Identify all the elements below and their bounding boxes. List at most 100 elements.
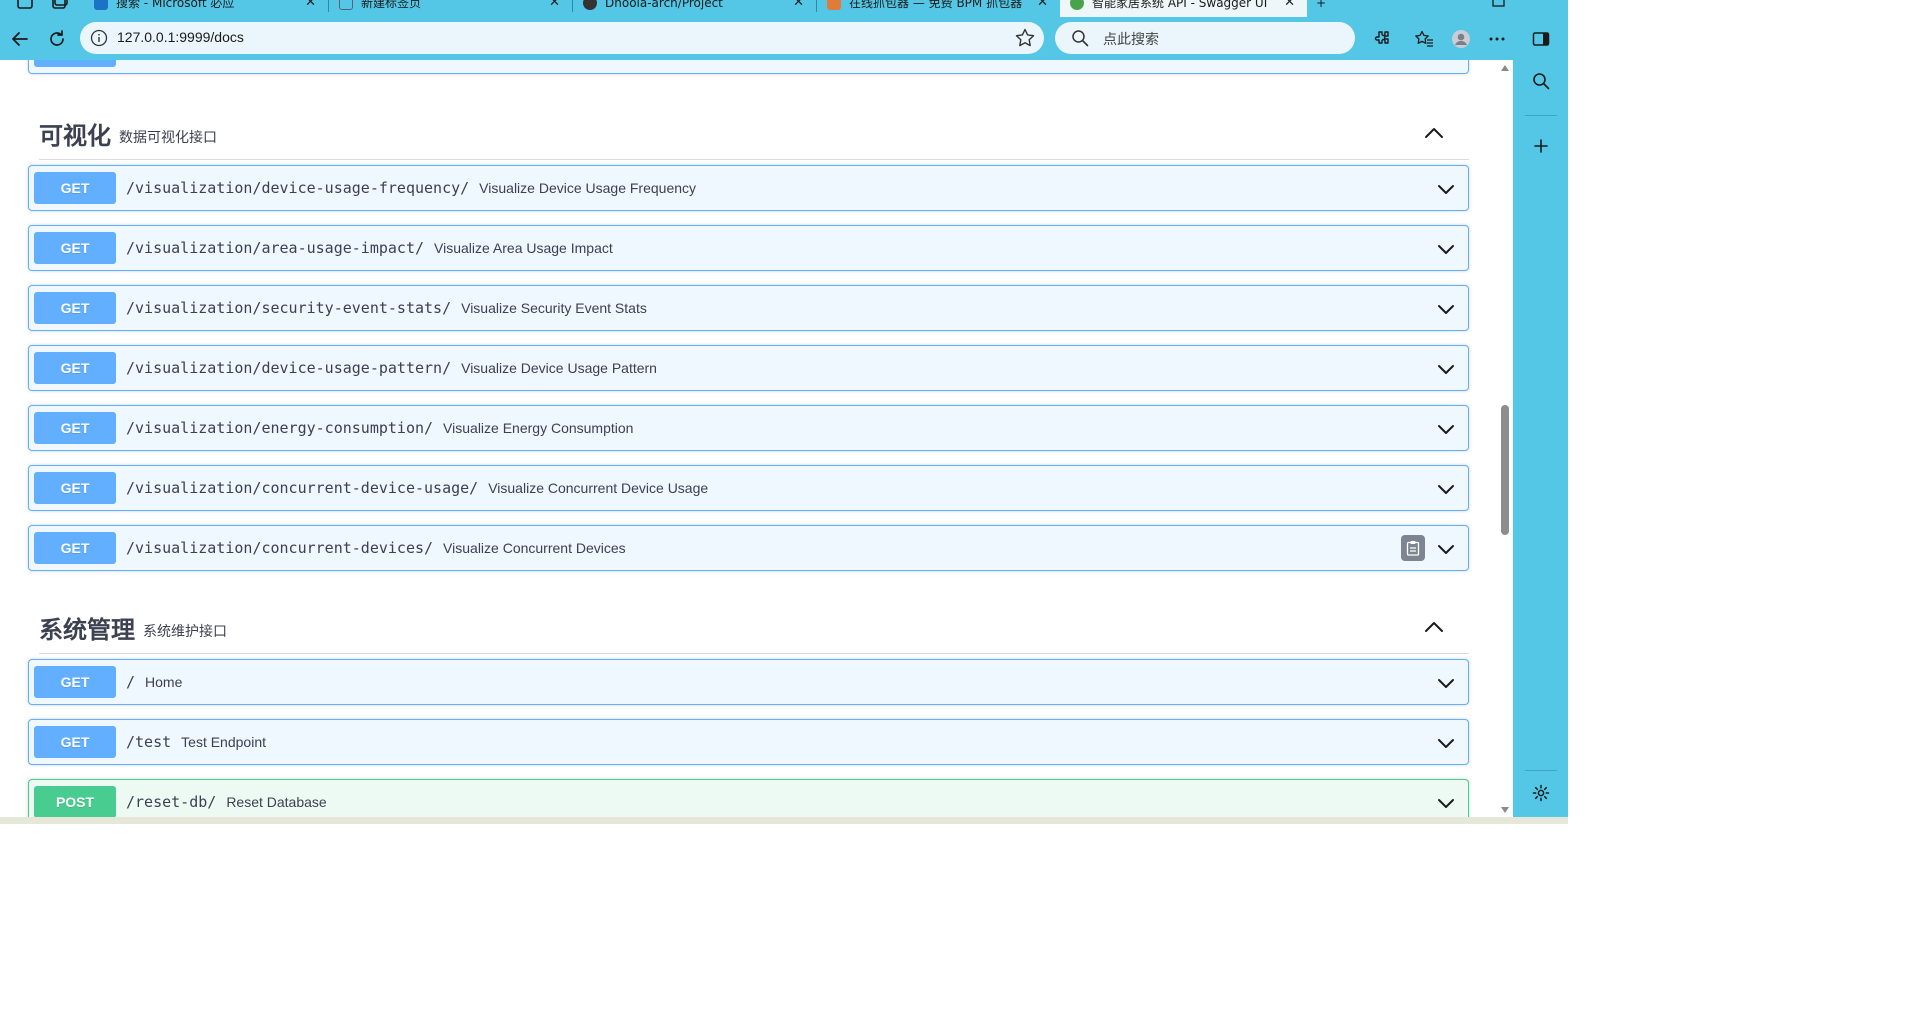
clipboard-icon	[1406, 541, 1420, 556]
tag-section-visualization[interactable]: 可视化 数据可视化接口	[39, 104, 1469, 160]
scroll-down-arrow-icon[interactable]	[1501, 807, 1509, 813]
site-info-icon[interactable]	[90, 29, 108, 47]
refresh-icon	[50, 30, 64, 46]
endpoint-security-event-stats[interactable]: GET /visualization/security-event-stats/…	[28, 285, 1469, 331]
back-button[interactable]	[7, 26, 33, 52]
tab-swagger[interactable]: 智能家居系统 API - Swagger UI ✕	[1060, 0, 1307, 17]
chevron-up-icon[interactable]	[1423, 122, 1445, 144]
gear-icon	[1532, 784, 1550, 802]
page-scrollbar[interactable]	[1497, 60, 1513, 817]
github-favicon-icon	[583, 0, 597, 10]
chevron-up-icon[interactable]	[1423, 616, 1445, 638]
arrow-left-icon	[12, 32, 28, 46]
close-icon[interactable]: ✕	[1284, 0, 1295, 10]
sidebar-panel-icon	[1532, 32, 1550, 46]
sidebar-settings-button[interactable]	[1530, 782, 1552, 804]
endpoint-area-usage-impact[interactable]: GET /visualization/area-usage-impact/Vis…	[28, 225, 1469, 271]
chevron-down-icon[interactable]	[1436, 673, 1456, 693]
new-tab-button[interactable]: +	[1310, 0, 1340, 17]
browser-sidebar	[1513, 60, 1568, 824]
endpoint-path: /reset-db/Reset Database	[126, 793, 327, 811]
endpoint-summary: Test Endpoint	[181, 734, 266, 750]
close-icon[interactable]: ✕	[549, 0, 560, 10]
tab-bing[interactable]: 搜索 - Microsoft 必应 ✕	[84, 0, 328, 17]
chevron-down-icon[interactable]	[1436, 299, 1456, 319]
tab-title: 智能家居系统 API - Swagger UI	[1092, 0, 1268, 10]
favorites-button[interactable]	[1411, 26, 1437, 52]
previous-endpoint-partial[interactable]	[28, 60, 1469, 74]
refresh-button[interactable]	[44, 26, 70, 52]
chevron-down-icon[interactable]	[1436, 179, 1456, 199]
address-bar[interactable]: 127.0.0.1:9999/docs	[80, 22, 1044, 54]
endpoint-path: /test Test Endpoint	[126, 733, 266, 751]
copy-to-clipboard-button[interactable]	[1401, 535, 1425, 561]
close-icon[interactable]: ✕	[305, 0, 316, 10]
close-icon[interactable]: ✕	[1037, 0, 1048, 10]
profile-avatar[interactable]	[1448, 26, 1474, 52]
tab-strip: 搜索 - Microsoft 必应 ✕ 新建标签页 ✕ Dnoola-arch/…	[0, 0, 1568, 17]
method-badge-get: GET	[34, 352, 116, 384]
sidebar-divider	[1525, 115, 1557, 116]
endpoint-path: /visualization/concurrent-devices/Visual…	[126, 539, 626, 557]
tab-title: 搜索 - Microsoft 必应	[116, 0, 235, 10]
chevron-down-icon[interactable]	[1436, 239, 1456, 259]
sidebar-search-button[interactable]	[1530, 70, 1552, 92]
tab-github[interactable]: Dnoola-arch/Project ✕	[573, 0, 816, 17]
endpoint-path: /visualization/device-usage-pattern/Visu…	[126, 359, 657, 377]
endpoint-concurrent-device-usage[interactable]: GET /visualization/concurrent-device-usa…	[28, 465, 1469, 511]
search-icon	[1533, 73, 1550, 90]
chevron-down-icon[interactable]	[1436, 733, 1456, 753]
method-badge-get: GET	[34, 172, 116, 204]
bing-favicon-icon	[94, 0, 108, 10]
endpoint-path: /visualization/area-usage-impact/Visuali…	[126, 239, 613, 257]
method-badge-partial	[34, 60, 116, 67]
endpoint-energy-consumption[interactable]: GET /visualization/energy-consumption/Vi…	[28, 405, 1469, 451]
favorite-star-icon[interactable]	[1014, 27, 1036, 49]
endpoint-summary: Visualize Device Usage Frequency	[479, 180, 697, 196]
search-box[interactable]: 点此搜索	[1055, 22, 1355, 54]
puzzle-icon	[1374, 31, 1389, 44]
chevron-down-icon[interactable]	[1436, 539, 1456, 559]
endpoint-summary: Reset Database	[226, 794, 327, 810]
tab-actions-icon[interactable]	[48, 0, 74, 14]
endpoint-device-usage-pattern[interactable]: GET /visualization/device-usage-pattern/…	[28, 345, 1469, 391]
endpoint-test[interactable]: GET /test Test Endpoint	[28, 719, 1469, 765]
endpoint-path: /visualization/concurrent-device-usage/V…	[126, 479, 709, 497]
more-menu-button[interactable]	[1484, 26, 1510, 52]
scrollbar-thumb[interactable]	[1501, 405, 1509, 535]
tag-title: 可视化 数据可视化接口	[39, 122, 217, 150]
endpoint-reset-db[interactable]: POST /reset-db/Reset Database	[28, 779, 1469, 817]
method-badge-get: GET	[34, 532, 116, 564]
endpoint-summary: Visualize Area Usage Impact	[434, 240, 613, 256]
tab-title: 在线抓包器 — 免费 BPM 抓包器	[849, 0, 1023, 10]
search-icon	[1072, 30, 1089, 47]
plus-icon	[1534, 139, 1548, 153]
url-text[interactable]: 127.0.0.1:9999/docs	[117, 29, 244, 45]
chevron-down-icon[interactable]	[1436, 359, 1456, 379]
chevron-down-icon[interactable]	[1436, 793, 1456, 813]
tab-new-tab[interactable]: 新建标签页 ✕	[329, 0, 572, 17]
endpoint-summary: Visualize Device Usage Pattern	[461, 360, 657, 376]
endpoint-path: / Home	[126, 673, 183, 691]
tag-section-system-management[interactable]: 系统管理 系统维护接口	[39, 598, 1469, 654]
sidebar-add-button[interactable]	[1530, 135, 1552, 157]
endpoint-summary: Home	[145, 674, 183, 690]
avatar-icon	[1452, 30, 1470, 48]
scroll-up-arrow-icon[interactable]	[1501, 65, 1509, 71]
chevron-down-icon[interactable]	[1436, 479, 1456, 499]
close-icon[interactable]: ✕	[793, 0, 804, 10]
favorites-icon	[1415, 30, 1433, 47]
method-badge-post: POST	[34, 786, 116, 817]
status-strip	[0, 817, 1568, 824]
endpoint-home[interactable]: GET / Home	[28, 659, 1469, 705]
restore-window-icon[interactable]	[1486, 0, 1512, 14]
endpoint-concurrent-devices[interactable]: GET /visualization/concurrent-devices/Vi…	[28, 525, 1469, 571]
plus-icon: +	[1316, 0, 1327, 10]
tag-description: 数据可视化接口	[119, 130, 217, 146]
chevron-down-icon[interactable]	[1436, 419, 1456, 439]
sidebar-toggle-button[interactable]	[1528, 26, 1554, 52]
extensions-button[interactable]	[1369, 26, 1395, 52]
workspaces-icon[interactable]	[12, 0, 38, 14]
tab-packet-capture[interactable]: 在线抓包器 — 免费 BPM 抓包器 ✕	[817, 0, 1060, 17]
endpoint-device-usage-frequency[interactable]: GET /visualization/device-usage-frequenc…	[28, 165, 1469, 211]
